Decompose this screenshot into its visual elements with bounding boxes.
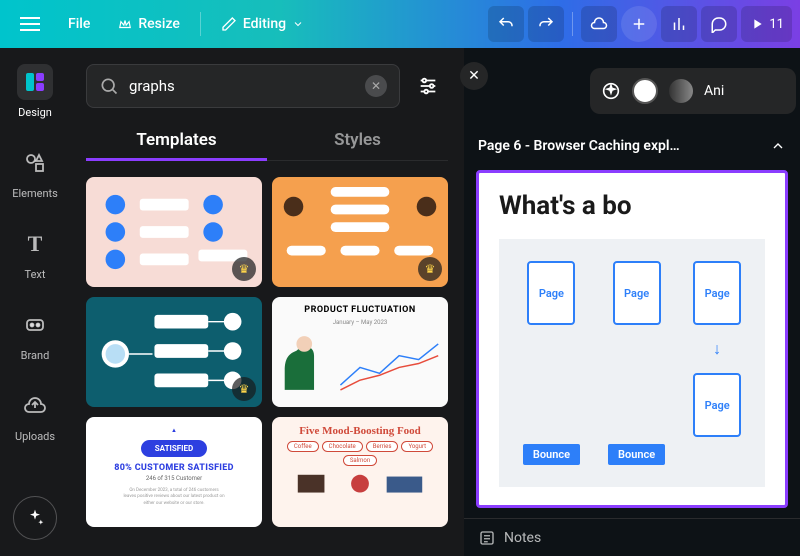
present-button[interactable]: 11 xyxy=(741,6,792,42)
search-box[interactable]: ✕ xyxy=(86,64,400,108)
canvas-footer: Notes xyxy=(464,518,800,556)
tool-uploads[interactable]: Uploads xyxy=(5,384,65,447)
collapse-icon[interactable] xyxy=(770,138,786,154)
slide-title: What's a bo xyxy=(499,191,765,221)
templates-panel: ✕ Templates Styles ♛ ♛ ♛ PRODU xyxy=(70,48,464,556)
redo-button[interactable] xyxy=(528,6,564,42)
page-box: Page xyxy=(527,261,575,325)
tool-rail: Design Elements T Text Brand Uploads xyxy=(0,48,70,556)
tool-brand[interactable]: Brand xyxy=(5,303,65,366)
tool-design[interactable]: Design xyxy=(5,60,65,123)
comment-icon xyxy=(710,15,728,33)
chevron-down-icon xyxy=(292,18,304,30)
magic-button[interactable] xyxy=(13,496,57,540)
upload-icon xyxy=(23,394,47,418)
separator xyxy=(572,12,573,36)
design-icon xyxy=(23,70,47,94)
page-box: Page xyxy=(693,373,741,437)
diagram: Page Bounce Page Bounce Page ↓ Page xyxy=(499,239,765,487)
analytics-button[interactable] xyxy=(661,6,697,42)
page-box: Page xyxy=(693,261,741,325)
page-title: Page 6 - Browser Caching expl… xyxy=(478,138,762,154)
elements-icon xyxy=(23,151,47,175)
arrow-down-icon: ↓ xyxy=(713,341,721,357)
undo-button[interactable] xyxy=(488,6,524,42)
tool-elements[interactable]: Elements xyxy=(5,141,65,204)
premium-badge: ♛ xyxy=(418,257,442,281)
comment-button[interactable] xyxy=(701,6,737,42)
sparkle-icon xyxy=(25,508,45,528)
bounce-label: Bounce xyxy=(608,444,665,465)
redo-icon xyxy=(537,15,555,33)
template-card[interactable]: PRODUCT FLUCTUATION January – May 2023 xyxy=(272,297,448,407)
animate-button[interactable]: Ani xyxy=(704,83,724,99)
add-button[interactable] xyxy=(621,6,657,42)
notes-button[interactable]: Notes xyxy=(504,530,541,546)
plus-icon xyxy=(630,15,648,33)
tab-styles[interactable]: Styles xyxy=(267,120,448,160)
template-card[interactable]: ▲ SATISFIED 80% CUSTOMER SATISFIED 246 o… xyxy=(86,417,262,527)
color-swatch-white[interactable] xyxy=(632,78,658,104)
close-panel-button[interactable]: ✕ xyxy=(460,62,488,90)
editing-mode[interactable]: Editing xyxy=(209,10,316,38)
cloud-sync-button[interactable] xyxy=(581,6,617,42)
template-card[interactable]: ♛ xyxy=(86,177,262,287)
search-input[interactable] xyxy=(129,77,355,95)
resize-button[interactable]: Resize xyxy=(106,10,192,38)
cloud-icon xyxy=(590,15,608,33)
gradient-icon[interactable] xyxy=(668,78,694,104)
sliders-icon xyxy=(417,75,439,97)
template-card[interactable]: ♛ xyxy=(272,177,448,287)
hamburger-icon xyxy=(20,23,40,25)
filters-button[interactable] xyxy=(408,66,448,106)
tab-templates[interactable]: Templates xyxy=(86,120,267,160)
template-card[interactable]: Five Mood-Boosting Food Coffee Chocolate… xyxy=(272,417,448,527)
template-card[interactable]: ♛ xyxy=(86,297,262,407)
undo-icon xyxy=(497,15,515,33)
clear-search-button[interactable]: ✕ xyxy=(365,75,387,97)
page-box: Page xyxy=(613,261,661,325)
slide-canvas[interactable]: What's a bo Page Bounce Page Bounce Page… xyxy=(476,170,788,508)
premium-badge: ♛ xyxy=(232,257,256,281)
tool-text[interactable]: T Text xyxy=(5,222,65,285)
pencil-icon xyxy=(221,16,237,32)
crown-icon xyxy=(118,17,132,31)
chart-icon xyxy=(670,15,688,33)
play-icon xyxy=(749,16,765,32)
brand-icon xyxy=(23,313,47,337)
separator xyxy=(200,12,201,36)
premium-badge: ♛ xyxy=(232,377,256,401)
notes-icon xyxy=(478,529,496,547)
floating-toolbar: Ani xyxy=(590,68,796,114)
bounce-label: Bounce xyxy=(523,444,580,465)
file-menu[interactable]: File xyxy=(56,10,102,38)
canvas-area: ✕ Ani Page 6 - Browser Caching expl… Wha… xyxy=(464,48,800,556)
menu-button[interactable] xyxy=(8,17,52,31)
wand-icon[interactable] xyxy=(600,80,622,102)
page-header: Page 6 - Browser Caching expl… xyxy=(464,128,800,164)
search-icon xyxy=(99,76,119,96)
